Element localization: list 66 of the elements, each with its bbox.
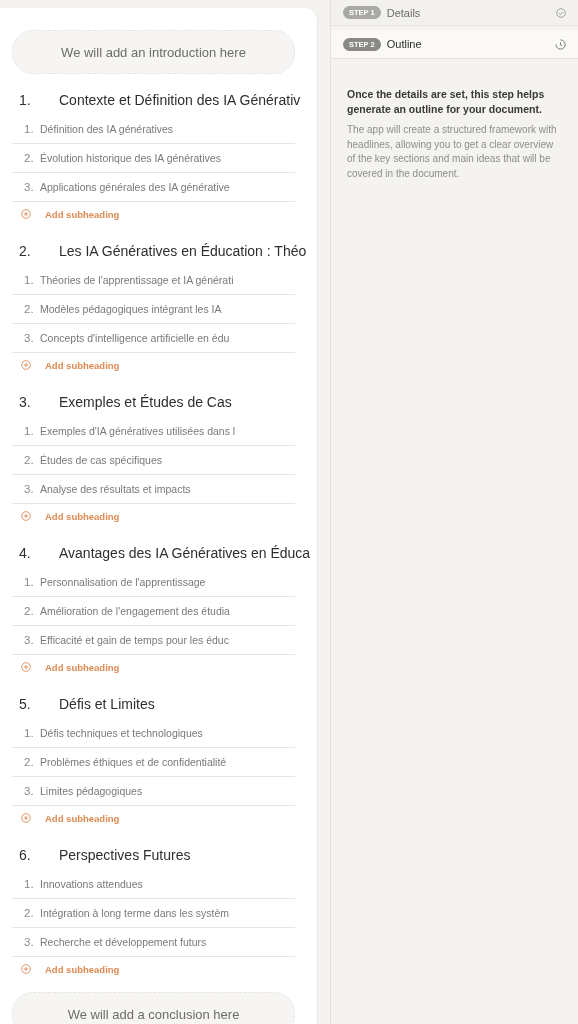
section-title: Les IA Génératives en Éducation : Théo (59, 243, 307, 259)
subheading-number: 2. (23, 454, 35, 466)
section-title: Contexte et Définition des IA Générativ (59, 92, 301, 108)
subheading-number: 3. (23, 332, 35, 344)
add-icon (21, 813, 31, 823)
subheading-text: Problèmes éthiques et de confidentialité (40, 756, 227, 768)
subheading-text: Analyse des résultats et impacts (40, 483, 191, 495)
help-title: Once the details are set, this step helps generate an outline for your document. (347, 87, 546, 117)
subheading-number: 2. (23, 303, 35, 315)
subheading-number: 3. (23, 936, 35, 948)
subheading-number: 2. (23, 152, 35, 164)
subheading-text: Exemples d'IA génératives utilisées dans l (40, 425, 236, 437)
subheading-number: 3. (23, 483, 35, 495)
subheading-text: Limites pédagogiques (40, 785, 143, 797)
subheading-number: 1. (23, 576, 35, 588)
conclusion-field[interactable]: We will add a conclusion here (12, 992, 295, 1024)
section-number: 2. (18, 243, 32, 259)
subheading-text: Concepts d'intelligence artificielle en édu (40, 332, 230, 344)
subheading-number: 1. (23, 123, 35, 135)
section-number: 1. (18, 92, 32, 108)
section-title: Avantages des IA Génératives en Éduca (59, 545, 311, 561)
add-subheading-button[interactable]: Add subheading (12, 655, 120, 679)
subheading-number: 3. (23, 785, 35, 797)
subheading-number: 3. (23, 181, 35, 193)
subheading-text: Applications générales des IA générative (40, 181, 230, 193)
add-icon (21, 511, 31, 521)
section-number: 3. (18, 394, 32, 410)
add-subheading-button[interactable]: Add subheading (12, 202, 120, 226)
add-subheading-button[interactable]: Add subheading (12, 353, 120, 377)
section-number: 6. (18, 847, 32, 863)
step-label: Outline (386, 38, 423, 50)
add-icon (21, 209, 31, 219)
add-subheading-button[interactable]: Add subheading (12, 806, 120, 830)
section-title: Exemples et Études de Cas (59, 394, 232, 410)
subheading-number: 1. (23, 727, 35, 739)
section-number: 5. (18, 696, 32, 712)
section-title: Défis et Limites (59, 696, 155, 712)
subheading-text: Efficacité et gain de temps pour les éduc (40, 634, 229, 646)
add-subheading-button[interactable]: Add subheading (12, 504, 120, 528)
subheading-text: Évolution historique des IA génératives (40, 152, 221, 164)
subheading-text: Théories de l'apprentissage et IA générati (40, 274, 234, 286)
subheading-number: 2. (23, 605, 35, 617)
subheading-text: Défis techniques et technologiques (40, 727, 203, 739)
subheading-text: Personnalisation de l'apprentissage (40, 576, 206, 588)
subheading-text: Recherche et développement futurs (40, 936, 207, 948)
subheading-number: 1. (23, 425, 35, 437)
subheading-text: Amélioration de l'engagement des étudia (40, 605, 230, 617)
subheading-text: Innovations attendues (40, 878, 143, 890)
add-icon (21, 964, 31, 974)
subheading-number: 2. (23, 907, 35, 919)
help-text: The app will create a structured framework with headlines, allowing you to get a clear overview of the key sections and main ideas that will be covered in the document. (347, 123, 558, 181)
subheading-number: 1. (23, 274, 35, 286)
subheading-text: Études de cas spécifiques (40, 454, 162, 466)
subheading-text: Définition des IA génératives (40, 123, 174, 135)
subheading-number: 2. (23, 756, 35, 768)
add-icon (21, 662, 31, 672)
section-title: Perspectives Futures (59, 847, 191, 863)
step-label: Details (386, 6, 422, 19)
section-number: 4. (18, 545, 32, 561)
subheading-text: Intégration à long terme dans les systèm (40, 907, 230, 919)
subheading-number: 3. (23, 634, 35, 646)
introduction-field[interactable]: We will add an introduction here (12, 30, 295, 74)
add-subheading-button[interactable]: Add subheading (12, 957, 120, 981)
subheading-number: 1. (23, 878, 35, 890)
subheading-text: Modèles pédagogiques intégrant les IA (40, 303, 222, 315)
add-icon (21, 360, 31, 370)
